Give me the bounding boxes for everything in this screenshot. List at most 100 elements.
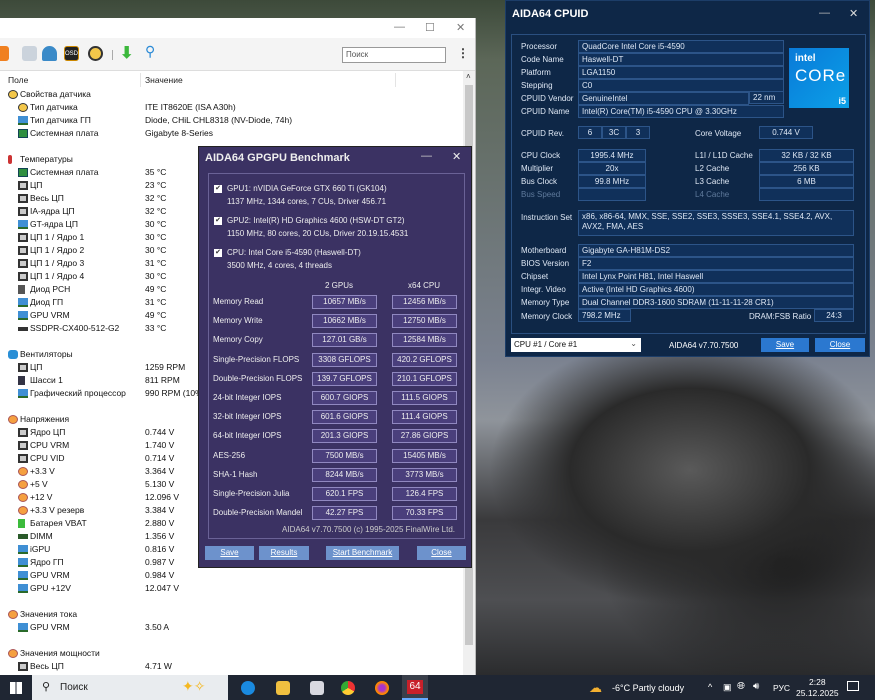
device-checkbox[interactable]: ✔ bbox=[214, 249, 222, 257]
sensor-row[interactable]: GPU VRM 0.984 V bbox=[0, 569, 463, 582]
logo-tier: i5 bbox=[838, 96, 846, 106]
gpu-result: 3308 GFLOPS bbox=[312, 352, 377, 367]
sensor-label: ЦП bbox=[30, 180, 43, 190]
file-explorer-icon[interactable] bbox=[276, 681, 290, 695]
minimize-button[interactable]: — bbox=[394, 21, 405, 33]
aida64-taskbar-button[interactable]: 64 bbox=[402, 675, 428, 700]
cache-label: L3 Cache bbox=[695, 177, 730, 186]
more-menu-icon[interactable]: ⋮ bbox=[457, 46, 469, 60]
column-header-field[interactable]: Поле bbox=[8, 75, 28, 85]
results-button[interactable]: Results bbox=[259, 546, 309, 560]
process-node: 22 nm bbox=[749, 91, 784, 104]
sensor-icon bbox=[18, 103, 28, 112]
sensor-group[interactable]: Значения мощности bbox=[0, 647, 463, 660]
sensor-group[interactable]: Значения тока bbox=[0, 608, 463, 621]
chevron-down-icon: ⌄ bbox=[630, 339, 637, 348]
sensor-label: ЦП bbox=[30, 362, 43, 372]
cpu-result: 27.86 GIOPS bbox=[392, 429, 457, 444]
sensor-value: 3.50 A bbox=[145, 622, 170, 632]
cpu-result: 126.4 FPS bbox=[392, 487, 457, 501]
sensor-row[interactable]: Тип датчика ITE IT8620E (ISA A30h) bbox=[0, 101, 463, 114]
column-header-value[interactable]: Значение bbox=[145, 75, 183, 85]
save-button[interactable]: Save bbox=[205, 546, 254, 560]
minimize-button[interactable]: — bbox=[421, 150, 432, 162]
dram-fsb-ratio-label: DRAM:FSB Ratio bbox=[749, 312, 812, 321]
sensor-label: Весь ЦП bbox=[30, 193, 64, 203]
clock-time[interactable]: 2:28 bbox=[809, 677, 826, 687]
weather-icon[interactable]: ☁ bbox=[589, 680, 602, 696]
meet-now-icon[interactable]: ▣ bbox=[723, 682, 732, 693]
sensor-row[interactable]: Весь ЦП 4.71 W bbox=[0, 660, 463, 673]
notification-icon[interactable] bbox=[847, 681, 859, 691]
board-value: Active (Intel HD Graphics 4600) bbox=[578, 283, 854, 296]
input-language[interactable]: РУС bbox=[773, 683, 790, 693]
memory-clock-value: 798.2 MHz bbox=[578, 309, 631, 322]
osd-icon[interactable]: OSD bbox=[64, 46, 79, 61]
network-globe-icon[interactable]: 🌐︎ bbox=[737, 681, 745, 692]
firefox-icon[interactable] bbox=[375, 681, 389, 695]
sensor-row[interactable]: GPU VRM 3.50 A bbox=[0, 621, 463, 634]
search-placeholder: Поиск bbox=[60, 682, 88, 693]
show-hidden-icons-chevron[interactable]: ^ bbox=[708, 682, 712, 692]
windows-start-icon[interactable] bbox=[10, 682, 22, 694]
close-button[interactable]: ✕ bbox=[452, 150, 461, 163]
taskbar-search-box[interactable]: ⚲ Поиск ✦✧ bbox=[32, 675, 228, 700]
sensor-row[interactable]: Системная плата Gigabyte 8-Series bbox=[0, 127, 463, 140]
clock-value: 99.8 MHz bbox=[578, 175, 646, 188]
report-icon[interactable] bbox=[22, 46, 37, 61]
volt-icon bbox=[18, 467, 28, 476]
device-checkbox[interactable]: ✔ bbox=[214, 217, 222, 225]
column-divider[interactable] bbox=[395, 73, 396, 87]
volt-icon bbox=[8, 649, 18, 658]
download-arrow-icon[interactable]: ⬇ bbox=[120, 43, 133, 63]
close-button[interactable]: ✕ bbox=[849, 7, 858, 20]
sensor-value: 32 °C bbox=[145, 193, 167, 203]
search-input[interactable]: Поиск bbox=[342, 47, 446, 63]
sensor-row[interactable]: Тип датчика ГП Diode, CHiL CHL8318 (NV-Di… bbox=[0, 114, 463, 127]
close-dialog-button[interactable]: Close bbox=[815, 338, 865, 352]
column-divider[interactable] bbox=[140, 73, 141, 87]
chrome-icon[interactable] bbox=[341, 681, 355, 695]
list-header: Поле Значение bbox=[0, 73, 463, 87]
sensor-label: Вентиляторы bbox=[20, 349, 73, 359]
weather-text[interactable]: -6°C Partly cloudy bbox=[612, 683, 684, 693]
minimize-button[interactable]: — bbox=[819, 7, 830, 19]
store-icon[interactable] bbox=[310, 681, 324, 695]
cpuid-value: GenuineIntel bbox=[578, 92, 749, 105]
cpu-result: 3773 MB/s bbox=[392, 467, 457, 482]
volume-icon[interactable]: 🔊︎ bbox=[753, 681, 759, 692]
edge-icon[interactable] bbox=[241, 681, 255, 695]
board-value: Intel Lynx Point H81, Intel Haswell bbox=[578, 270, 854, 283]
maximize-button[interactable]: ☐ bbox=[425, 21, 435, 34]
gpu-result: 10662 MB/s bbox=[312, 314, 377, 329]
scroll-up-icon[interactable]: ˄ bbox=[466, 72, 471, 81]
sensor-label: Графический процессор bbox=[30, 388, 126, 398]
chassis-icon bbox=[18, 376, 25, 385]
sensor-value: 12.096 V bbox=[145, 492, 180, 502]
aida64-icon: 64 bbox=[407, 680, 423, 694]
gpu-result: 139.7 GFLOPS bbox=[312, 371, 377, 386]
sensor-value: 1259 RPM bbox=[145, 362, 186, 372]
instruction-set-value: x86, x86-64, MMX, SSE, SSE2, SSE3, SSSE3… bbox=[578, 210, 854, 236]
benchmark-label: Single-Precision FLOPS bbox=[213, 354, 300, 364]
close-button[interactable]: ✕ bbox=[456, 21, 465, 34]
benchmark-label: 32-bit Integer IOPS bbox=[213, 412, 282, 422]
sensor-gauge-icon[interactable] bbox=[88, 46, 103, 61]
benchmark-label: 24-bit Integer IOPS bbox=[213, 393, 282, 402]
device-checkbox[interactable]: ✔ bbox=[214, 185, 222, 193]
sensor-row[interactable]: GPU +12V 12.047 V bbox=[0, 582, 463, 595]
stepping-label: Stepping bbox=[521, 81, 553, 90]
sensor-value: 49 °C bbox=[145, 310, 167, 320]
close-dialog-button[interactable]: Close bbox=[417, 546, 466, 560]
sensor-value: 0.984 V bbox=[145, 570, 175, 580]
core-select-dropdown[interactable]: CPU #1 / Core #1 ⌄ bbox=[511, 338, 641, 352]
start-benchmark-button[interactable]: Start Benchmark bbox=[326, 546, 399, 560]
save-button[interactable]: Save bbox=[761, 338, 809, 352]
clock-date[interactable]: 25.12.2025 bbox=[796, 688, 839, 698]
sensor-group[interactable]: Свойства датчика bbox=[0, 88, 463, 101]
stress-test-icon[interactable] bbox=[0, 46, 9, 61]
version-label: AIDA64 v7.70.7500 bbox=[669, 341, 739, 350]
search-magnifier-icon[interactable]: ⚲ bbox=[145, 43, 155, 60]
user-icon[interactable] bbox=[42, 46, 57, 61]
cpu-result: 12750 MB/s bbox=[392, 314, 457, 329]
